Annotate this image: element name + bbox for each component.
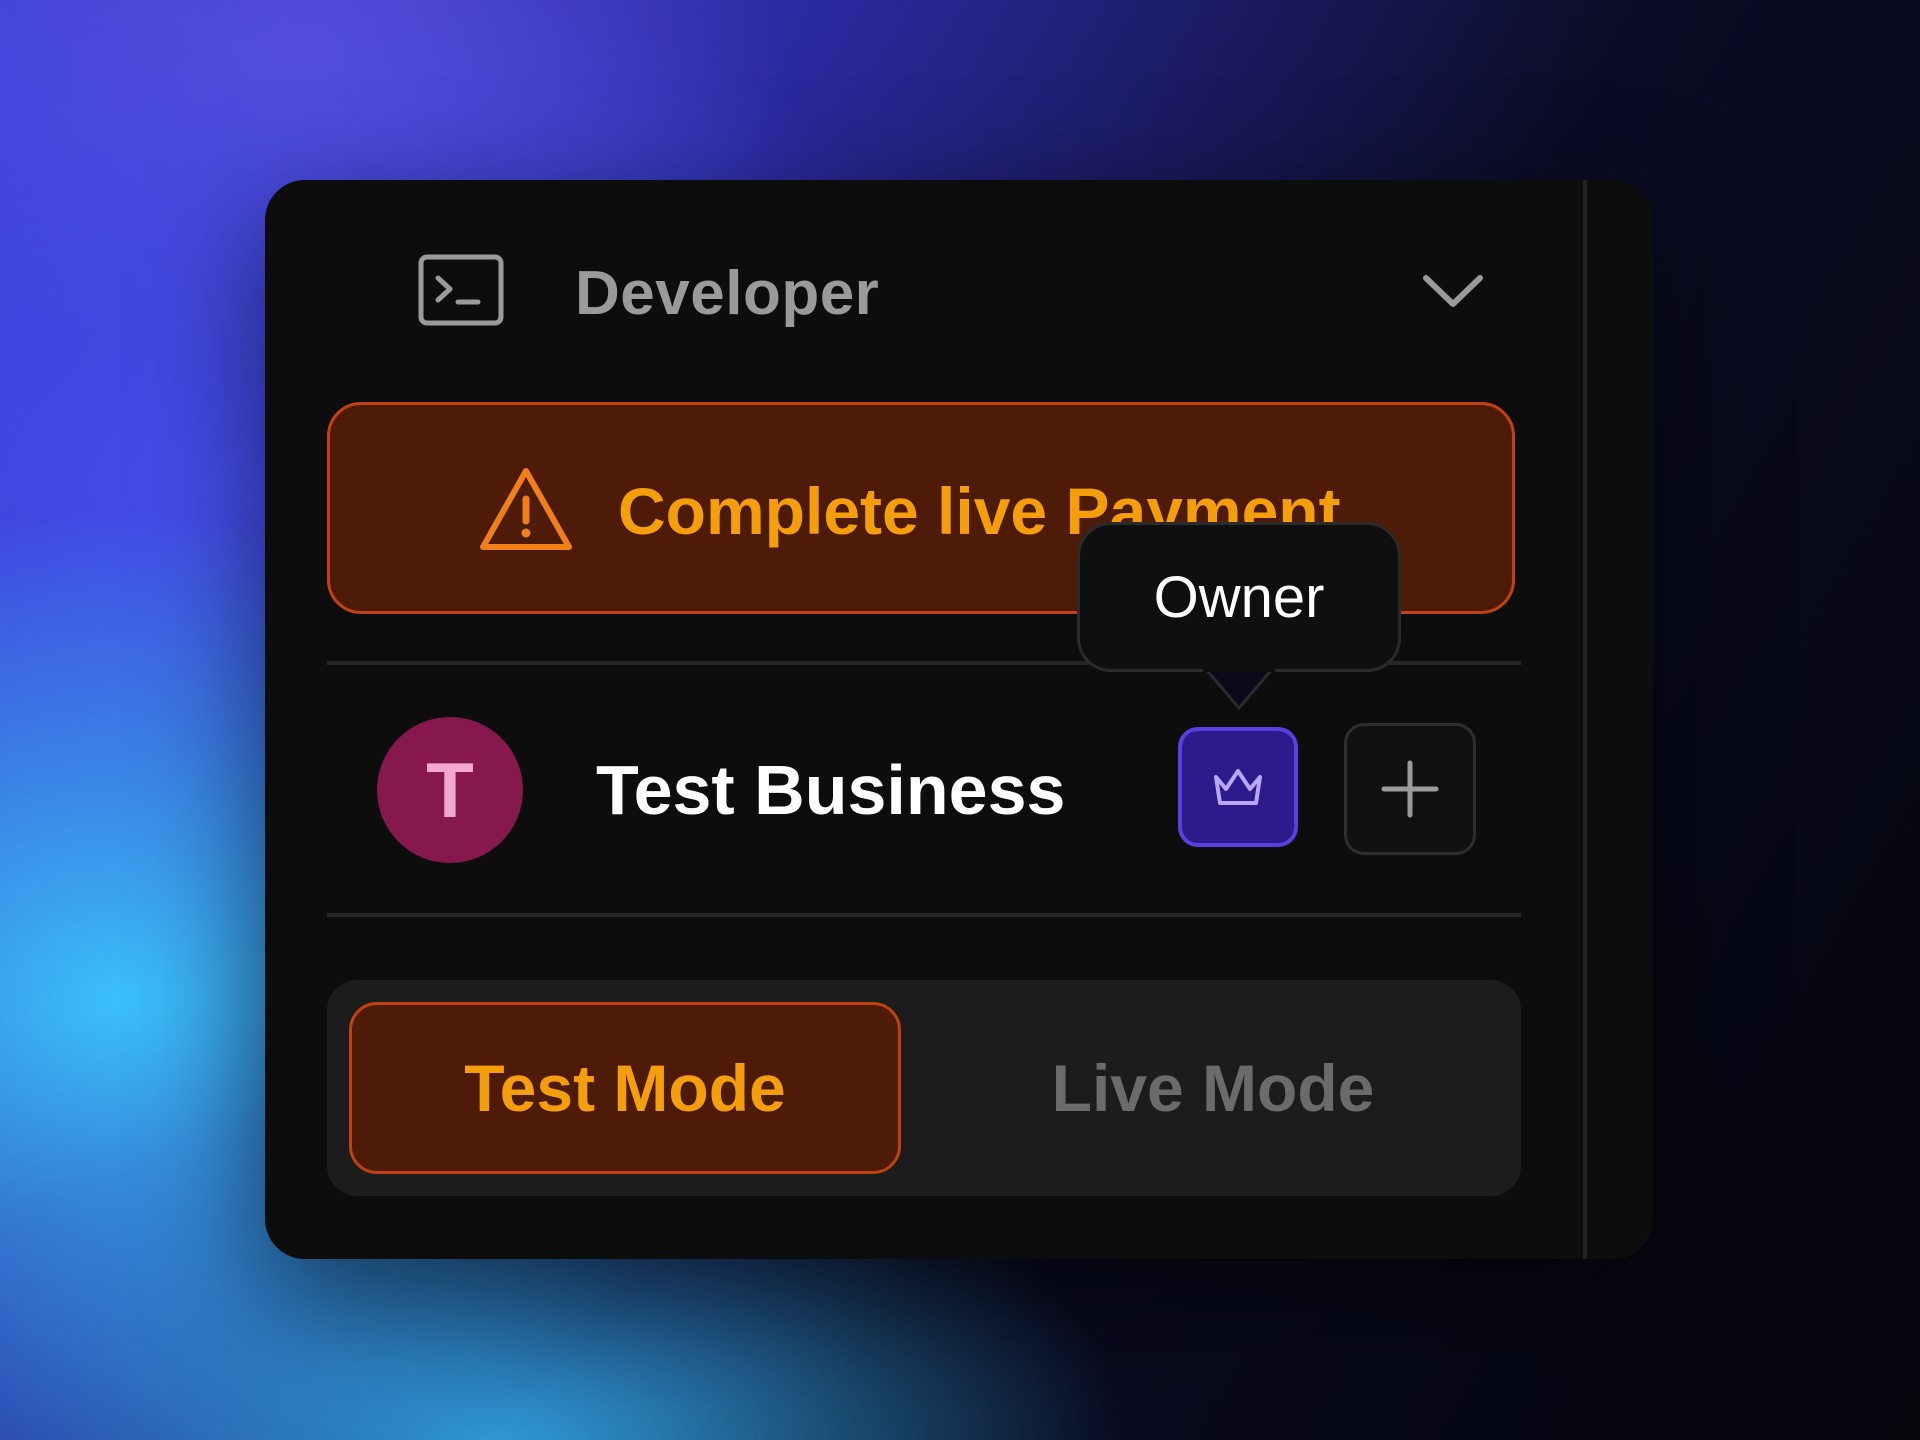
mode-toggle: Test Mode Live Mode bbox=[327, 980, 1521, 1196]
plus-icon bbox=[1381, 760, 1439, 818]
chevron-down-icon[interactable] bbox=[1418, 260, 1488, 320]
owner-role-button[interactable] bbox=[1178, 727, 1298, 847]
header-title: Developer bbox=[575, 259, 880, 328]
business-name: Test Business bbox=[596, 751, 1066, 829]
panel-edge-divider bbox=[1583, 180, 1587, 1259]
test-mode-option[interactable]: Test Mode bbox=[349, 1002, 901, 1174]
owner-tooltip: Owner bbox=[1077, 522, 1401, 672]
warning-icon bbox=[480, 468, 572, 550]
avatar: T bbox=[377, 717, 523, 863]
add-business-button[interactable] bbox=[1344, 723, 1476, 855]
divider-bottom bbox=[327, 913, 1521, 917]
crown-icon bbox=[1214, 769, 1262, 805]
developer-panel: Developer Complete live Payment T Test B… bbox=[265, 180, 1653, 1259]
environment-header[interactable]: Developer bbox=[418, 250, 1548, 330]
tooltip-arrow bbox=[1203, 668, 1275, 710]
terminal-icon bbox=[418, 254, 504, 326]
live-mode-option[interactable]: Live Mode bbox=[927, 1002, 1499, 1174]
